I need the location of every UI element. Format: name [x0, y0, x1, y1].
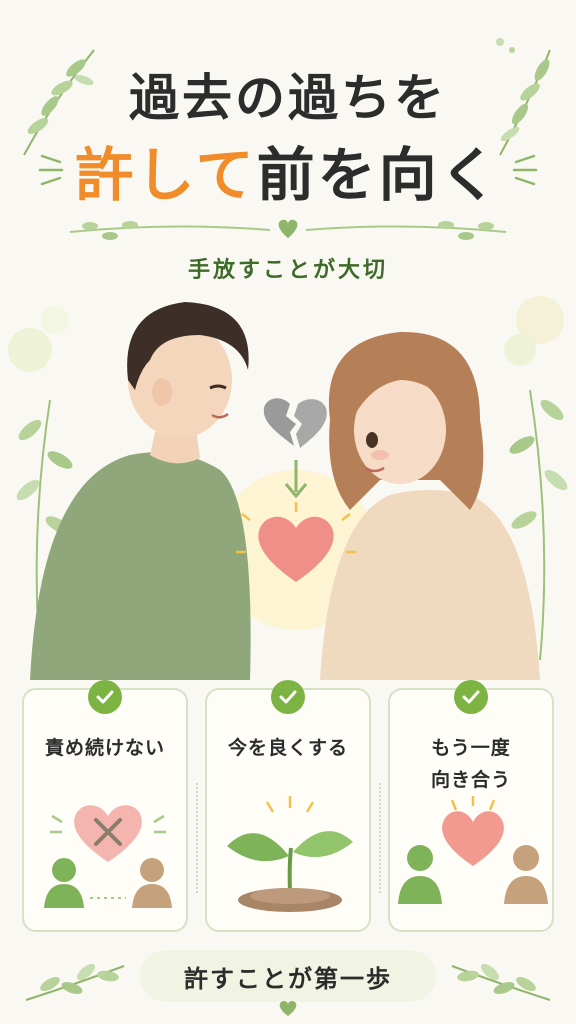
sprout-icon	[227, 796, 353, 912]
divider	[196, 783, 198, 893]
divider	[379, 783, 381, 893]
card-label-line: もう一度	[431, 737, 511, 759]
check-icon	[271, 680, 305, 714]
card-row: 責め続けない 今を良くする もう一度 向き合う	[22, 680, 554, 932]
leaf-sprig-icon	[25, 963, 125, 1001]
card-label: もう一度 向き合う	[390, 732, 552, 796]
check-icon	[454, 680, 488, 714]
broken-heart-with-x-icon	[44, 805, 172, 908]
card-label-line: 責め続けない	[44, 737, 165, 759]
bottom-banner: 許すことが第一歩	[140, 950, 436, 1002]
page: 過去の過ちを 許して前を向く 手放すことが大切 責め続けない 今を良くする もう…	[0, 0, 576, 1024]
leaf-sprig-icon	[451, 963, 551, 1001]
card-stop-blaming: 責め続けない	[22, 680, 188, 932]
title-line-1: 過去の過ちを	[129, 69, 447, 127]
broken-heart-icon	[263, 398, 327, 448]
card-label-line: 今を良くする	[227, 737, 348, 759]
title-rest: 前を向く	[256, 141, 501, 209]
card-label: 今を良くする	[207, 732, 369, 764]
card-improve-now: 今を良くする	[205, 680, 371, 932]
card-face-again: もう一度 向き合う	[388, 680, 554, 932]
title-accent: 許して	[75, 141, 257, 209]
check-icon	[88, 680, 122, 714]
couple-illustration	[8, 296, 568, 680]
sparkle-icon	[512, 154, 538, 186]
card-label-line: 向き合う	[430, 769, 511, 791]
man-figure	[30, 302, 251, 680]
heart-divider	[69, 219, 507, 240]
heart-between-people-icon	[398, 796, 548, 904]
sparkle-icon	[38, 154, 64, 186]
title-line-2: 許して前を向く	[0, 128, 576, 212]
woman-figure	[320, 331, 540, 680]
heart-icon	[279, 1000, 297, 1016]
card-label: 責め続けない	[24, 732, 186, 764]
